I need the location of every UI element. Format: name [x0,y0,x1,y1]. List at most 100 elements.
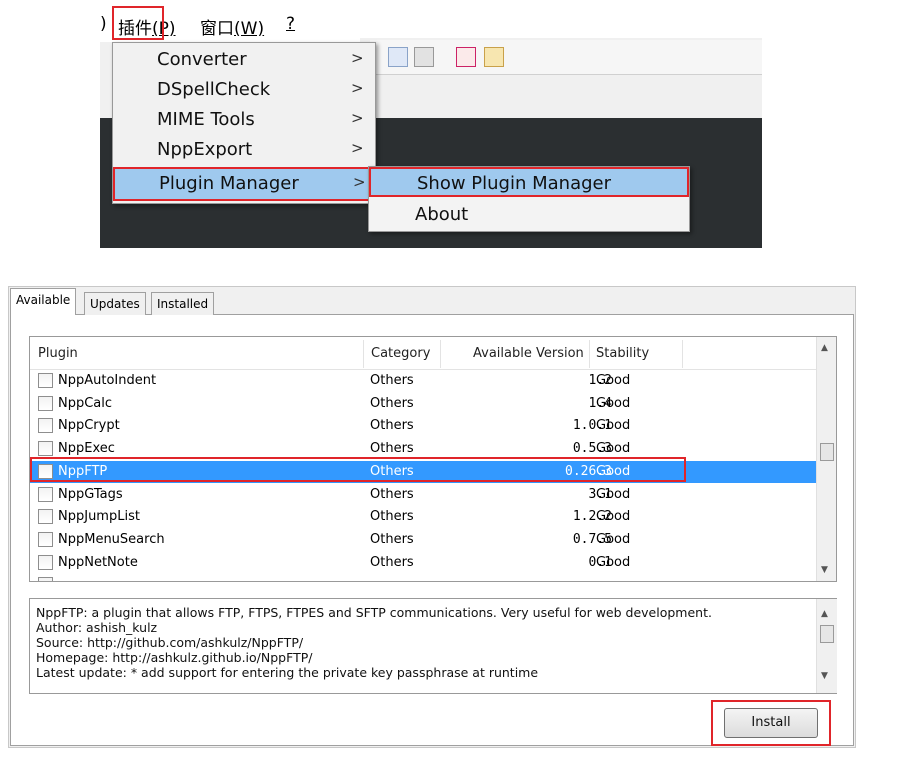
plugin-category: Others [370,441,414,457]
description-line: Homepage: http://ashkulz.github.io/NppFT… [36,650,313,665]
list-scrollbar[interactable]: ▲ ▼ [816,337,836,581]
menu-window-label: 窗口 [200,19,234,39]
menu-dspellcheck[interactable]: DSpellCheck > [113,75,375,105]
plugin-name: NppCrypt [58,418,120,434]
column-header-version[interactable]: Available Version [473,346,584,361]
tab-updates[interactable]: Updates [84,292,146,315]
row-checkbox[interactable] [38,486,53,502]
description-line: Author: ashish_kulz [36,620,158,635]
menu-about[interactable]: About [369,200,689,230]
menu-plugin-manager[interactable]: Plugin Manager > [113,167,375,201]
plugin-stability: Good [596,554,631,570]
menu-converter[interactable]: Converter > [113,45,375,75]
table-row[interactable]: NppCrypt Others 1.0.1 Good [30,415,818,437]
plugin-description: NppFTP: a plugin that allows FTP, FTPS, … [29,598,837,694]
table-row[interactable]: NppAutoIndent Others 1.2 Good [30,370,818,392]
tab-installed[interactable]: Installed [151,292,215,315]
plugin-folder-icon[interactable] [484,47,504,67]
column-header-category[interactable]: Category [371,346,430,361]
column-separator[interactable] [440,340,441,368]
menu-window-key: (W) [234,19,265,39]
menu-about-label: About [415,204,469,225]
menu-help-label: ? [286,14,296,34]
plugin-name: NppAutoIndent [58,373,157,388]
plugin-name: NppCalc [58,395,113,411]
scroll-up-icon[interactable]: ▲ [821,343,828,353]
scroll-down-icon[interactable]: ▼ [821,671,828,681]
description-scrollbar[interactable]: ▲ ▼ [816,599,837,693]
row-checkbox[interactable] [38,373,53,388]
row-checkbox[interactable] [38,418,53,434]
plugins-dropdown: Converter > DSpellCheck > MIME Tools > N… [112,42,376,204]
selected-row-highlight [30,457,686,482]
plugin-stability: Good [596,395,631,411]
submenu-arrow-icon: > [353,173,366,191]
menu-item-help[interactable]: ? [286,14,295,34]
submenu-arrow-icon: > [351,139,364,157]
description-line: Latest update: * add support for enterin… [36,665,539,680]
plugin-category: Others [370,395,414,411]
plugin-name: NppMenuSearch [58,531,165,547]
tab-available[interactable]: Available [10,288,77,315]
row-checkbox[interactable] [38,395,53,411]
plugin-stability: Good [596,486,631,502]
menu-dspellcheck-label: DSpellCheck [157,79,271,100]
scroll-up-icon[interactable]: ▲ [821,609,828,619]
description-line: Source: http://github.com/ashkulz/NppFTP… [36,635,304,650]
run-macro-icon[interactable] [388,47,408,67]
plugin-category: Others [370,418,414,434]
description-line: NppFTP: a plugin that allows FTP, FTPS, … [36,605,712,620]
install-button[interactable]: Install [724,708,818,738]
scroll-down-icon[interactable]: ▼ [821,565,828,575]
menu-plugin-manager-label: Plugin Manager [159,173,299,194]
column-separator[interactable] [363,340,364,368]
menu-nppexport[interactable]: NppExport > [113,135,375,165]
table-row[interactable]: NppNetNote Others 0.1 Good [30,552,818,574]
column-header-stability[interactable]: Stability [596,346,649,361]
toolbar [370,40,762,75]
row-checkbox[interactable] [38,577,53,581]
save-macro-icon[interactable] [414,47,434,67]
plugin-stability: Good [596,418,631,434]
column-header-plugin[interactable]: Plugin [38,346,78,361]
table-row[interactable]: NppJumpList Others 1.2.2 Good [30,506,818,528]
table-row-partial[interactable] [30,574,818,581]
row-checkbox[interactable] [38,554,53,570]
plugins-menu-highlight [112,6,164,40]
list-header: Plugin Category Available Version Stabil… [30,337,818,370]
column-separator[interactable] [589,340,590,368]
row-checkbox[interactable] [38,509,53,525]
menu-show-plugin-manager-label: Show Plugin Manager [417,173,612,194]
plugin-stability: Good [596,509,631,525]
plugin-name: NppJumpList [58,509,140,525]
table-row[interactable]: NppMenuSearch Others 0.7.5 Good [30,529,818,551]
plugin-category: Others [370,486,414,502]
plugin-category: Others [370,554,414,570]
row-checkbox[interactable] [38,531,53,547]
menu-mime-tools-label: MIME Tools [157,109,255,130]
column-separator[interactable] [682,340,683,368]
plugin-stability: Good [596,441,631,457]
scroll-thumb[interactable] [820,443,834,461]
menu-converter-label: Converter [157,49,247,70]
submenu-arrow-icon: > [351,79,364,97]
plugin-name: NppNetNote [58,554,138,570]
table-row[interactable]: NppGTags Others 3.1 Good [30,484,818,506]
menu-mime-tools[interactable]: MIME Tools > [113,105,375,135]
row-checkbox[interactable] [38,441,53,457]
plugin-category: Others [370,373,414,388]
plugin-stability: Good [596,373,631,388]
submenu-arrow-icon: > [351,49,364,67]
menu-item-window[interactable]: 窗口(W) [200,14,264,39]
spellcheck-icon[interactable] [456,47,476,67]
plugin-name: NppExec [58,441,115,457]
menu-show-plugin-manager[interactable]: Show Plugin Manager [369,167,689,197]
menu-item-partial: ) [100,14,107,34]
menu-nppexport-label: NppExport [157,139,253,160]
scroll-thumb[interactable] [820,625,834,643]
table-row[interactable]: NppCalc Others 1.4 Good [30,393,818,415]
plugin-category: Others [370,509,414,525]
plugin-stability: Good [596,531,631,547]
plugin-name: NppGTags [58,486,123,502]
plugin-manager-submenu: Show Plugin Manager About [368,166,690,232]
